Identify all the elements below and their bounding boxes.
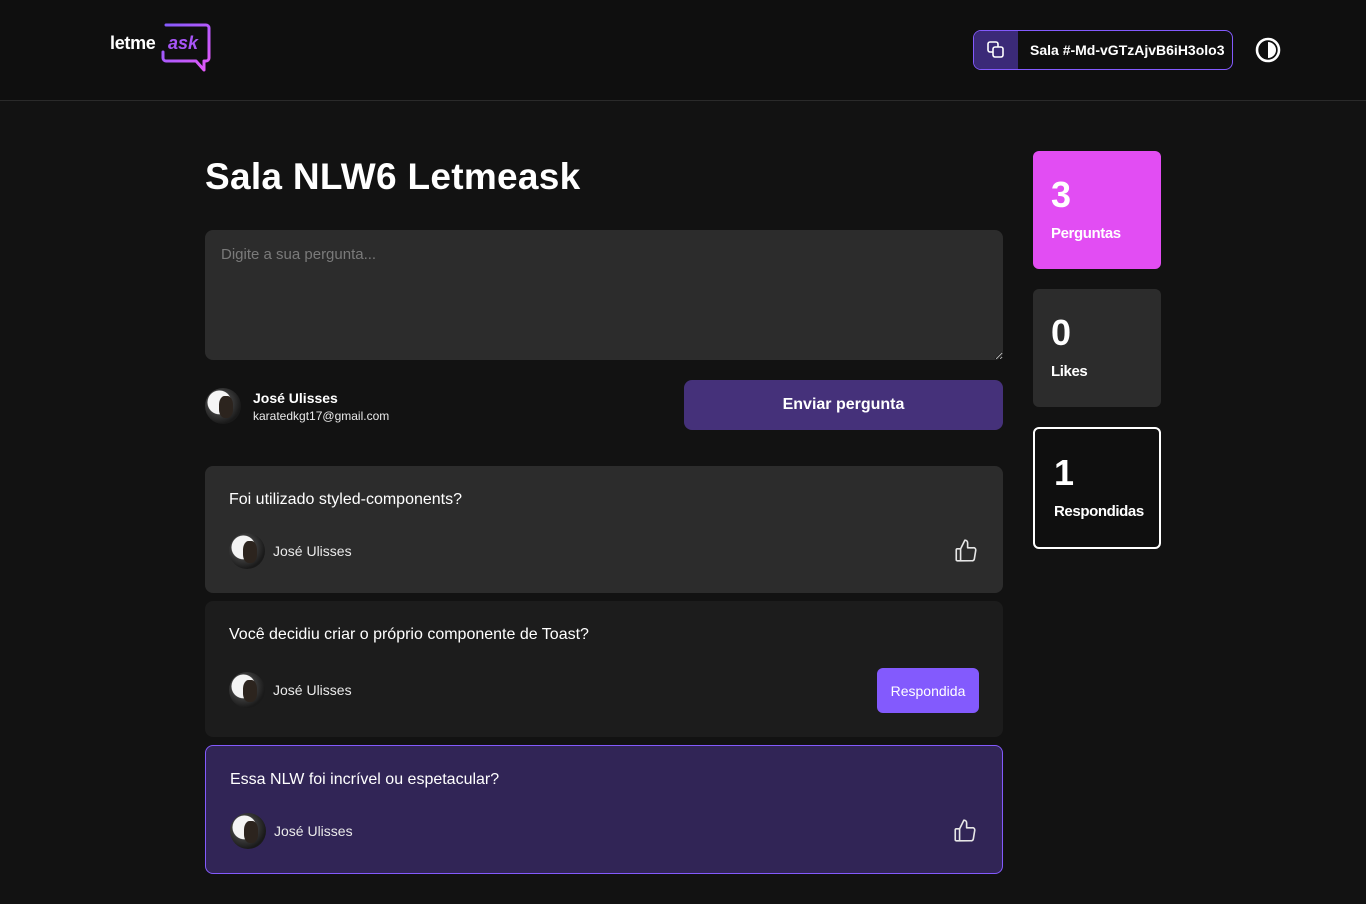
author-name: José Ulisses [273,543,352,559]
stat-card-likes: 0 Likes [1033,289,1161,407]
avatar [205,388,241,424]
question-card: Foi utilizado styled-components? José Ul… [205,466,1003,593]
question-input[interactable] [205,230,1003,360]
user-email: karatedkgt17@gmail.com [253,408,390,423]
avatar [229,672,265,708]
stat-value: 3 [1051,174,1072,215]
stat-label: Respondidas [1054,503,1144,520]
copy-icon[interactable] [974,31,1018,69]
question-author: José Ulisses [229,672,352,708]
page-title: Sala NLW6 Letmeask [205,156,581,197]
stat-label: Perguntas [1051,225,1121,242]
stat-value: 1 [1054,452,1075,493]
send-question-button[interactable]: Enviar pergunta [684,380,1003,430]
thumbs-up-icon[interactable] [952,818,978,844]
question-author: José Ulisses [229,533,352,569]
author-name: José Ulisses [273,682,352,698]
question-text: Você decidiu criar o próprio componente … [229,626,589,643]
contrast-icon[interactable] [1255,37,1281,63]
question-author: José Ulisses [230,813,353,849]
avatar [230,813,266,849]
question-text: Foi utilizado styled-components? [229,491,463,508]
question-card-highlighted: Essa NLW foi incrível ou espetacular? Jo… [205,745,1003,874]
question-card-answered: Você decidiu criar o próprio componente … [205,601,1003,737]
author-name: José Ulisses [274,823,353,839]
stat-card-questions: 3 Perguntas [1033,151,1161,269]
stat-value: 0 [1051,312,1072,353]
thumbs-up-icon[interactable] [953,538,979,564]
user-info: José Ulisses karatedkgt17@gmail.com [205,387,389,425]
stat-card-answered: 1 Respondidas [1033,427,1161,549]
app-header: letme ask Sala #-Md-vGTzAjvB6iH3olo3 [0,0,1366,101]
stat-label: Likes [1051,363,1088,380]
user-name: José Ulisses [253,389,338,406]
avatar [229,533,265,569]
letmeask-logo[interactable]: letme ask [108,22,214,74]
answered-button[interactable]: Respondida [877,668,979,713]
room-code-label: Sala #-Md-vGTzAjvB6iH3olo3 [1030,42,1225,58]
logo-text-ask: ask [168,33,199,53]
logo-text-letme: letme [110,33,156,53]
room-code-button[interactable]: Sala #-Md-vGTzAjvB6iH3olo3 [973,30,1233,70]
question-text: Essa NLW foi incrível ou espetacular? [230,771,500,788]
